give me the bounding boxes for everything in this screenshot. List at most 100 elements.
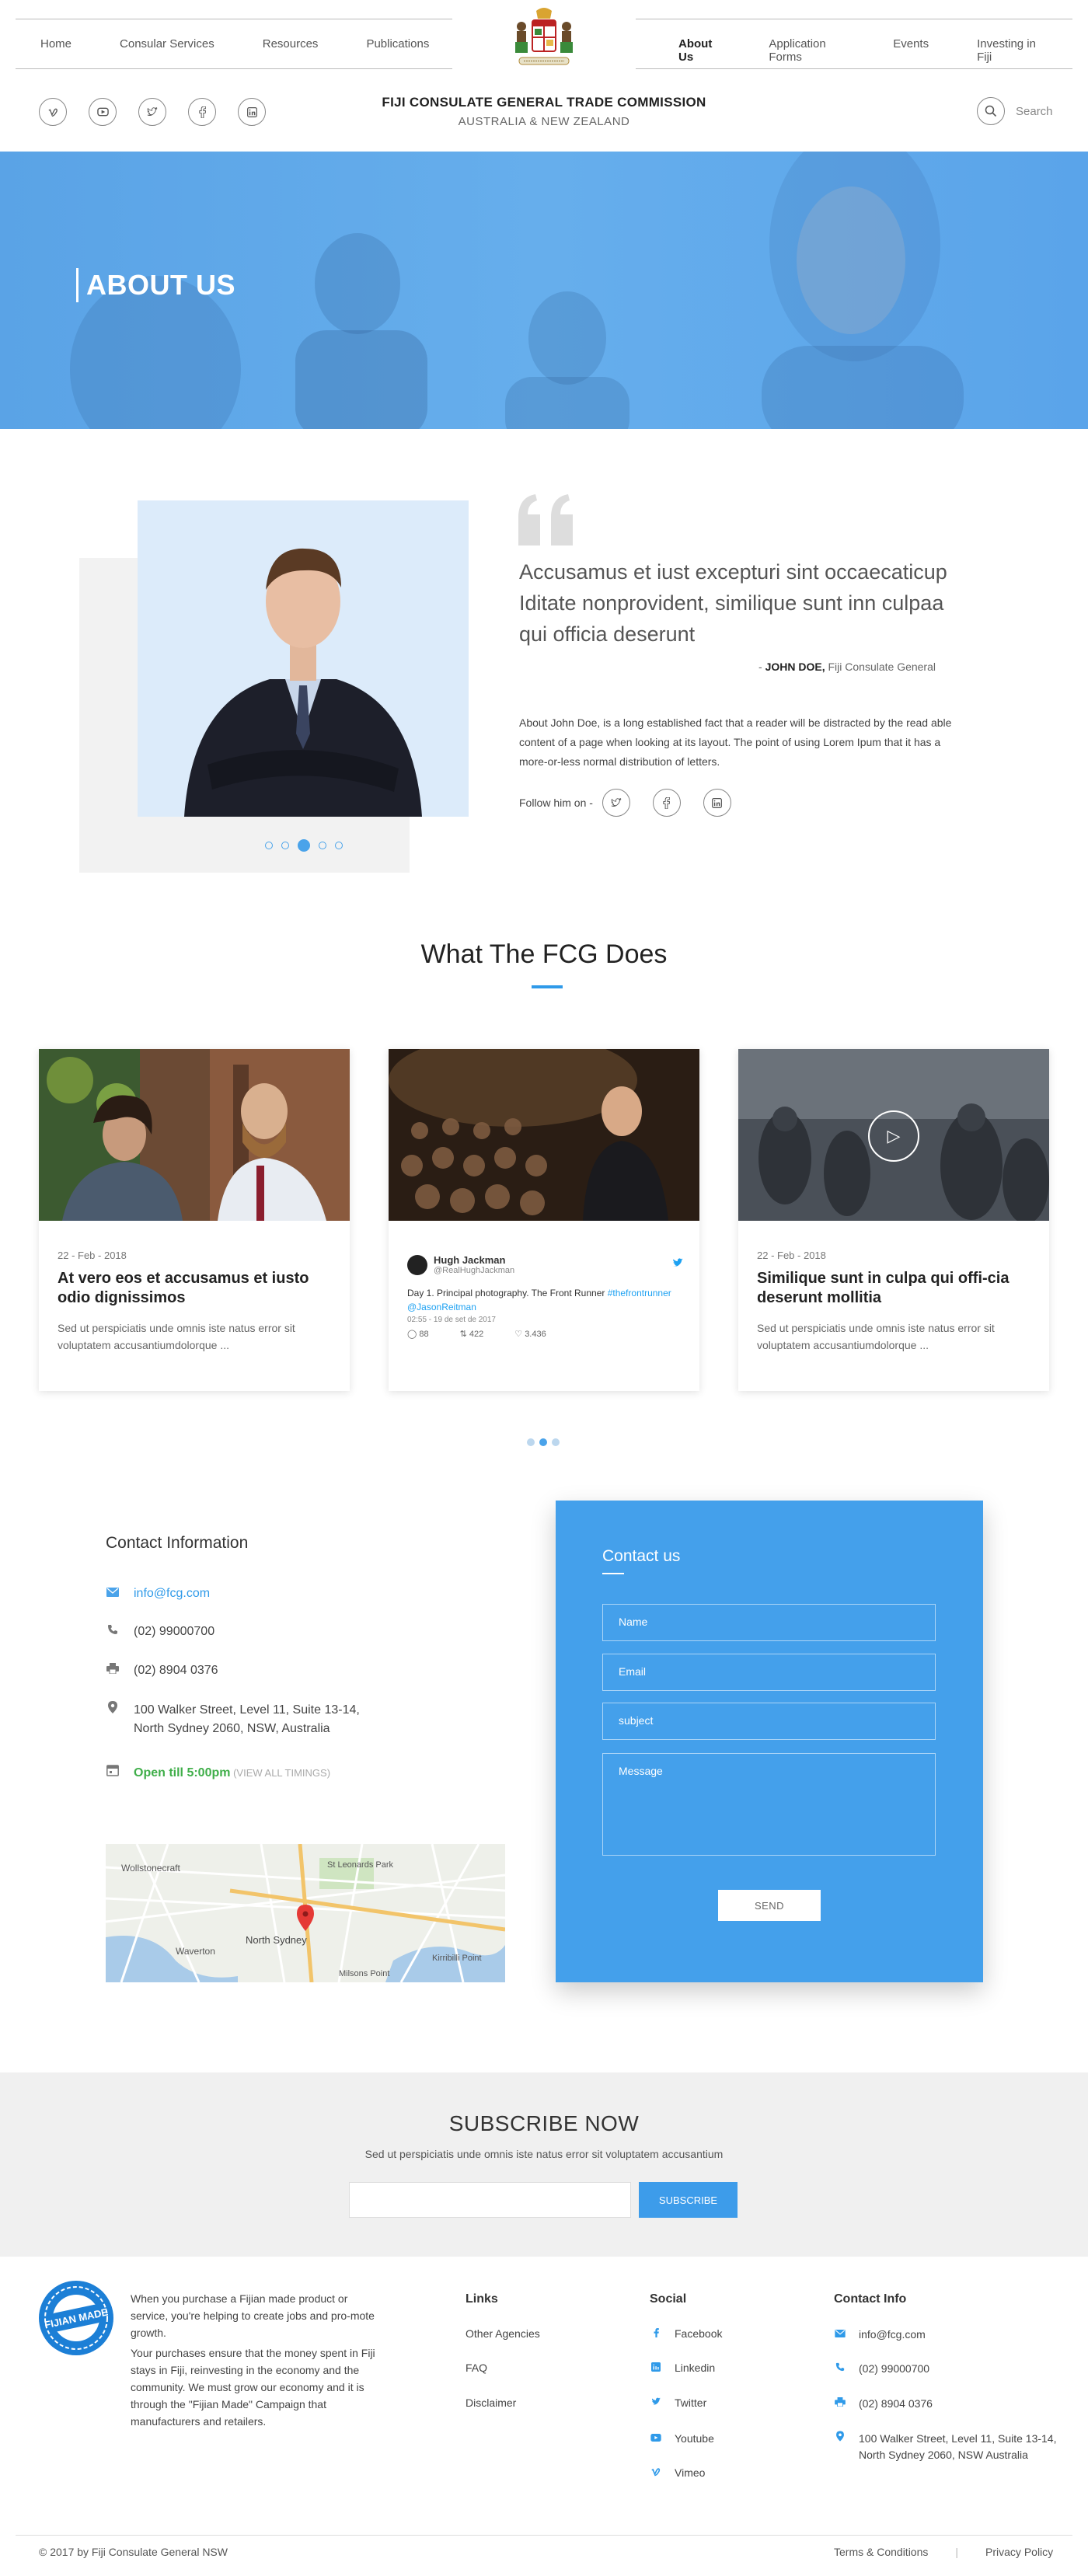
footer-social-label[interactable]: Youtube — [675, 2432, 714, 2445]
slider-dot[interactable] — [319, 842, 326, 849]
brand-subtitle: AUSTRALIA & NEW ZEALAND — [458, 115, 630, 128]
slider-dot[interactable] — [281, 842, 289, 849]
nav-item-consular-services[interactable]: Consular Services — [120, 37, 214, 51]
pagination-dot-active[interactable] — [539, 1438, 547, 1446]
news-card[interactable]: ▷ 22 - Feb - 2018 Similique sunt in culp… — [738, 1049, 1049, 1391]
news-title[interactable]: Similique sunt in culpa qui offi-cia des… — [757, 1269, 1021, 1308]
mail-icon — [106, 1584, 120, 1603]
youtube-icon[interactable] — [89, 98, 117, 126]
footer-link-disclaimer[interactable]: Disclaimer — [466, 2396, 516, 2409]
pagination-dot[interactable] — [527, 1438, 535, 1446]
footer-email[interactable]: info@fcg.com — [859, 2327, 926, 2343]
terms-link[interactable]: Terms & Conditions — [834, 2546, 928, 2558]
nav-item-application-forms[interactable]: Application Forms — [769, 37, 845, 64]
hero-banner: ABOUT US — [0, 152, 1088, 429]
retweet-icon[interactable]: ⇅ 422 — [460, 1329, 500, 1339]
phone-icon — [106, 1623, 120, 1641]
news-card[interactable]: 22 - Feb - 2018 At vero eos et accusamus… — [39, 1049, 350, 1391]
author-prefix: - — [758, 661, 765, 673]
separator: | — [955, 2546, 959, 2558]
printer-icon — [834, 2396, 846, 2412]
footer-social-linkedin[interactable]: Linkedin — [650, 2362, 715, 2374]
nav-item-events[interactable]: Events — [893, 37, 929, 64]
facebook-icon[interactable] — [652, 789, 681, 817]
brand-block: FIJI CONSULATE GENERAL TRADE COMMISSION … — [357, 95, 731, 128]
news-card-image — [39, 1049, 350, 1221]
footer-social-vimeo[interactable]: Vimeo — [650, 2466, 705, 2479]
hero-title: ABOUT US — [76, 268, 235, 302]
footer-social-label[interactable]: Twitter — [675, 2396, 706, 2409]
privacy-link[interactable]: Privacy Policy — [985, 2546, 1053, 2558]
open-status: Open till 5:00pm — [134, 1766, 231, 1779]
name-field[interactable]: Name — [602, 1604, 936, 1641]
footer-social-label[interactable]: Facebook — [675, 2327, 722, 2340]
reply-count: 88 — [419, 1330, 429, 1339]
map-label: North Sydney — [246, 1934, 307, 1946]
slider-dot-active[interactable] — [298, 839, 310, 852]
map-label: Wollstonecraft — [121, 1863, 180, 1874]
subscribe-section: SUBSCRIBE NOW Sed ut perspiciatis unde o… — [0, 2072, 1088, 2257]
footer-social-youtube[interactable]: Youtube — [650, 2432, 714, 2445]
footer-links-title: Links — [466, 2292, 498, 2306]
footer-contact-title: Contact Info — [834, 2292, 907, 2306]
fijian-made-logo[interactable]: FIJIAN MADE — [39, 2281, 113, 2355]
search-label[interactable]: Search — [1016, 105, 1053, 118]
tweet-card[interactable]: Hugh Jackman @RealHughJackman Day 1. Pri… — [389, 1049, 699, 1391]
footer-social-label[interactable]: Vimeo — [675, 2466, 705, 2479]
coat-of-arms-logo[interactable] — [504, 3, 584, 84]
tweet-hashtag[interactable]: #thefrontrunner — [608, 1288, 671, 1298]
subscribe-email-input[interactable] — [349, 2182, 631, 2218]
footer-fax: (02) 8904 0376 — [859, 2397, 933, 2410]
vimeo-icon — [650, 2467, 662, 2479]
message-field[interactable]: Message — [602, 1753, 936, 1856]
slider-dot[interactable] — [265, 842, 273, 849]
subject-field[interactable]: subject — [602, 1703, 936, 1740]
search-control[interactable]: Search — [977, 97, 1053, 125]
nav-item-about-us[interactable]: About Us — [678, 37, 720, 64]
twitter-icon[interactable] — [138, 98, 166, 126]
location-map[interactable]: Wollstonecraft St Leonards Park North Sy… — [106, 1844, 505, 1982]
send-button[interactable]: SEND — [718, 1890, 821, 1921]
heart-icon[interactable]: ♡ 3.436 — [514, 1329, 561, 1339]
footer-social-twitter[interactable]: Twitter — [650, 2396, 706, 2409]
brand-title: FIJI CONSULATE GENERAL TRADE COMMISSION — [382, 95, 706, 110]
footer-contact-address: 100 Walker Street, Level 11, Suite 13-14… — [834, 2431, 1067, 2463]
tweet-author[interactable]: Hugh Jackman — [434, 1254, 514, 1266]
footer-about-paragraph: Your purchases ensure that the money spe… — [131, 2347, 375, 2428]
tweet-handle[interactable]: @RealHughJackman — [434, 1266, 514, 1275]
tweet-mention[interactable]: @JasonReitman — [407, 1302, 476, 1312]
tweet-timestamp[interactable]: 02:55 - 19 de set de 2017 — [407, 1316, 681, 1324]
footer-link-other-agencies[interactable]: Other Agencies — [466, 2327, 540, 2340]
twitter-icon[interactable] — [602, 789, 630, 817]
pagination-dot[interactable] — [552, 1438, 560, 1446]
nav-right: About Us Application Forms Events Invest… — [678, 37, 1088, 64]
footer-link-faq[interactable]: FAQ — [466, 2362, 487, 2374]
contact-email-row[interactable]: info@fcg.com — [106, 1584, 210, 1603]
contact-form-title: Contact us — [602, 1547, 681, 1565]
nav-item-publications[interactable]: Publications — [366, 37, 429, 51]
avatar[interactable] — [407, 1254, 427, 1275]
contact-email[interactable]: info@fcg.com — [134, 1584, 210, 1603]
search-icon[interactable] — [977, 97, 1005, 125]
news-title[interactable]: At vero eos et accusamus et iusto odio d… — [58, 1269, 322, 1308]
email-field[interactable]: Email — [602, 1654, 936, 1691]
footer-social-label[interactable]: Linkedin — [675, 2362, 715, 2374]
footer-contact-email[interactable]: info@fcg.com — [834, 2327, 926, 2343]
facebook-icon[interactable] — [188, 98, 216, 126]
reply-icon[interactable]: ◯ 88 — [407, 1329, 445, 1339]
footer-about: When you purchase a Fijian made product … — [131, 2290, 387, 2433]
copyright: © 2017 by Fiji Consulate General NSW — [39, 2546, 228, 2558]
nav-item-home[interactable]: Home — [40, 37, 71, 51]
subscribe-button[interactable]: SUBSCRIBE — [639, 2182, 738, 2218]
linkedin-icon[interactable] — [703, 789, 731, 817]
retweet-count: 422 — [469, 1330, 484, 1339]
slider-dot[interactable] — [335, 842, 343, 849]
nav-item-investing-in-fiji[interactable]: Investing in Fiji — [977, 37, 1040, 64]
news-card-video[interactable]: ▷ — [738, 1049, 1049, 1221]
nav-item-resources[interactable]: Resources — [263, 37, 319, 51]
vimeo-icon[interactable] — [39, 98, 67, 126]
view-all-timings-link[interactable]: (VIEW ALL TIMINGS) — [230, 1767, 330, 1779]
play-icon[interactable]: ▷ — [868, 1110, 919, 1162]
footer-social-facebook[interactable]: Facebook — [650, 2327, 722, 2340]
linkedin-icon[interactable] — [238, 98, 266, 126]
